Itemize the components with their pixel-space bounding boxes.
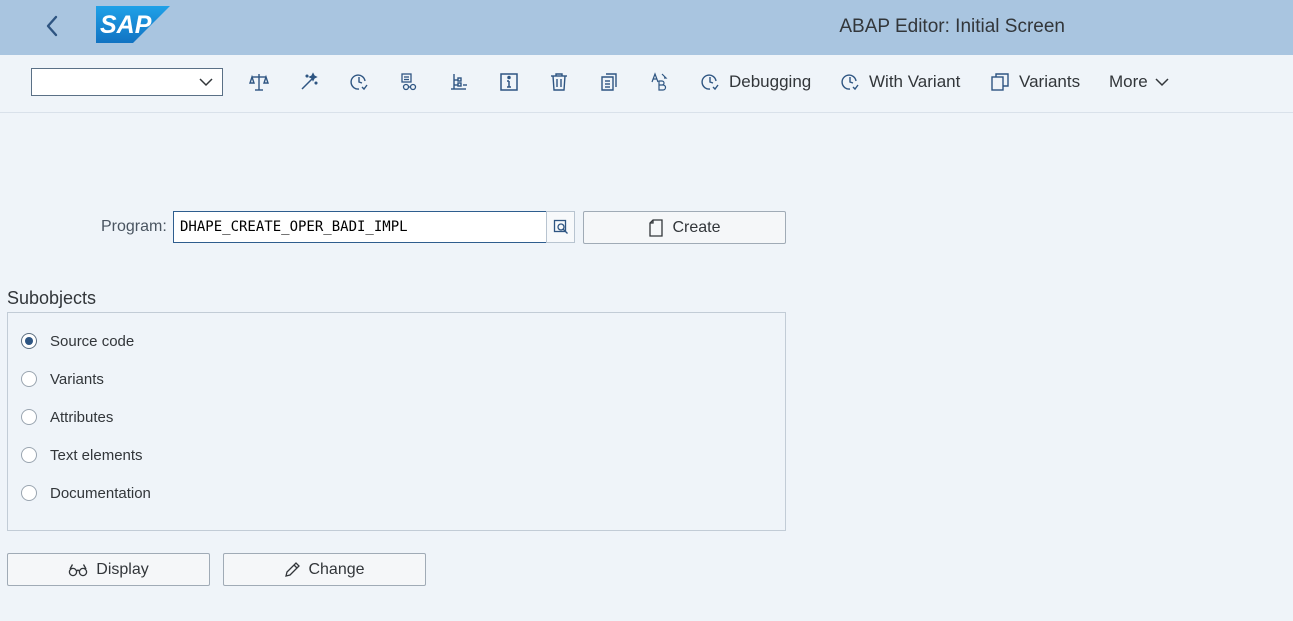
radio-label: Source code	[50, 332, 135, 350]
rename-icon	[651, 72, 668, 91]
chevron-down-icon	[1155, 78, 1169, 87]
sap-logo: SAP	[96, 6, 170, 43]
info-icon	[500, 73, 518, 91]
chevron-down-icon	[199, 78, 213, 87]
activate-button[interactable]	[296, 69, 322, 95]
info-button[interactable]	[496, 69, 522, 95]
create-button[interactable]: Create	[583, 211, 786, 244]
radio-label: Variants	[50, 370, 104, 388]
radio-button[interactable]	[21, 371, 37, 387]
radio-label: Attributes	[50, 408, 114, 426]
check-syntax-icon	[249, 74, 269, 91]
magic-wand-icon	[301, 72, 318, 90]
hierarchy-icon	[451, 74, 467, 90]
radio-text-elements[interactable]: Text elements	[21, 444, 143, 466]
back-button[interactable]	[36, 9, 68, 43]
shell-header: SAP ABAP Editor: Initial Screen	[0, 0, 1293, 55]
radio-label: Text elements	[50, 446, 143, 464]
page-title: ABAP Editor: Initial Screen	[839, 16, 1065, 37]
delete-button[interactable]	[546, 69, 572, 95]
program-label: Program:	[101, 218, 167, 235]
trash-icon	[551, 73, 567, 91]
change-button[interactable]: Change	[223, 553, 426, 586]
copy-icon	[601, 73, 617, 91]
where-used-icon	[401, 73, 417, 91]
value-help-button[interactable]	[546, 211, 575, 243]
rename-button[interactable]	[646, 69, 672, 95]
radio-attributes[interactable]: Attributes	[21, 406, 113, 428]
with-variant-button[interactable]: With Variant	[840, 69, 960, 95]
with-variant-label: With Variant	[869, 72, 961, 91]
radio-button[interactable]	[21, 333, 37, 349]
radio-documentation[interactable]: Documentation	[21, 482, 151, 504]
where-used-button[interactable]	[396, 69, 422, 95]
chevron-left-icon	[46, 15, 58, 37]
program-input[interactable]	[173, 211, 549, 243]
new-document-icon	[649, 218, 664, 237]
radio-variants[interactable]: Variants	[21, 368, 104, 390]
svg-text:SAP: SAP	[100, 11, 152, 39]
radio-button[interactable]	[21, 409, 37, 425]
variants-label: Variants	[1019, 72, 1081, 91]
clock-variant-icon	[841, 74, 859, 91]
clock-run-icon	[350, 74, 368, 91]
radio-label: Documentation	[50, 484, 151, 502]
create-label: Create	[672, 218, 721, 236]
debugging-label: Debugging	[729, 72, 812, 91]
clock-debug-icon	[701, 74, 719, 91]
object-list-button[interactable]	[446, 69, 472, 95]
check-button[interactable]	[246, 69, 272, 95]
display-button[interactable]: Display	[7, 553, 210, 586]
copy-button[interactable]	[596, 69, 622, 95]
subobjects-title: Subobjects	[7, 288, 97, 308]
change-label: Change	[308, 560, 365, 578]
more-button[interactable]: More	[1109, 69, 1170, 95]
radio-button[interactable]	[21, 485, 37, 501]
toolbar-dropdown[interactable]	[31, 68, 223, 96]
variants-icon	[991, 73, 1009, 91]
pencil-icon	[285, 561, 301, 577]
more-label: More	[1109, 72, 1148, 91]
test-button[interactable]	[346, 69, 372, 95]
application-toolbar: Debugging With Variant Variants More	[0, 55, 1293, 113]
value-help-icon	[553, 219, 568, 234]
radio-button[interactable]	[21, 447, 37, 463]
variants-button[interactable]: Variants	[990, 69, 1080, 95]
radio-source-code[interactable]: Source code	[21, 330, 134, 352]
debugging-button[interactable]: Debugging	[700, 69, 811, 95]
display-label: Display	[96, 560, 149, 578]
glasses-icon	[69, 563, 88, 576]
